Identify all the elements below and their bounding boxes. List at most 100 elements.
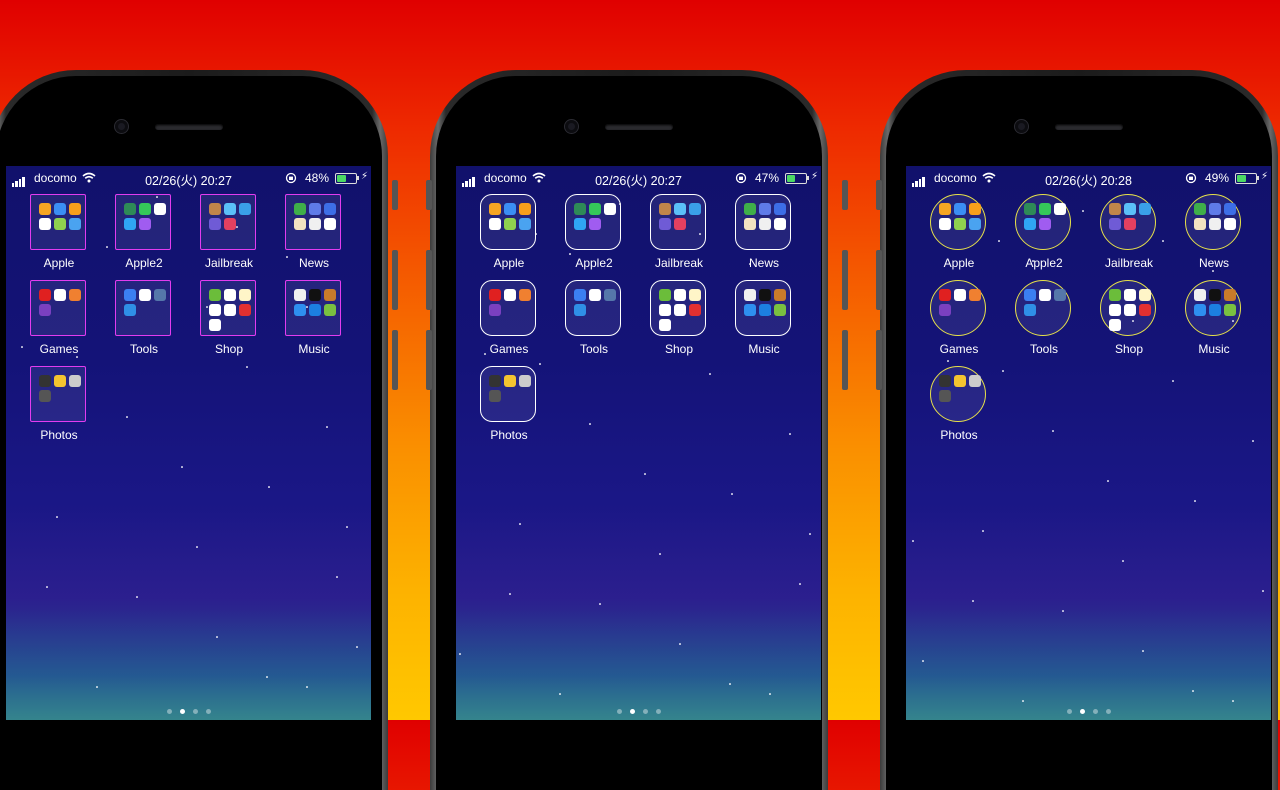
folder-music[interactable]: Music [722,280,806,366]
app-icon-thumbnail [1109,319,1121,331]
wallpaper-star [326,426,328,428]
folder-jailbreak[interactable]: Jailbreak [187,194,271,280]
folder-shop[interactable]: Shop [637,280,721,366]
app-icon-thumbnail [774,218,786,230]
folder-box[interactable] [30,366,86,422]
folder-games[interactable]: Games [467,280,551,366]
folder-box[interactable] [1015,194,1071,250]
app-icon-thumbnail [294,289,306,301]
page-indicator-dot[interactable] [629,709,635,714]
folder-box[interactable] [1100,194,1156,250]
volume-button [842,330,848,390]
page-indicator-dot[interactable] [1079,709,1085,714]
folder-box[interactable] [650,280,706,336]
folder-box[interactable] [565,280,621,336]
page-indicator-dot[interactable] [192,709,198,714]
folder-box[interactable] [930,194,986,250]
folder-box[interactable] [30,194,86,250]
folder-tools[interactable]: Tools [102,280,186,366]
app-icon-thumbnail [124,218,136,230]
folder-box[interactable] [480,366,536,422]
app-icon-thumbnail [1209,203,1221,215]
wallpaper-star [799,583,801,585]
folder-label: Apple [43,256,75,270]
folder-box[interactable] [930,366,986,422]
folder-box[interactable] [200,280,256,336]
app-icon-thumbnail [69,289,81,301]
page-indicator[interactable] [6,701,371,719]
folder-box[interactable] [735,194,791,250]
folder-label: News [298,256,329,270]
page-indicator-dot[interactable] [179,709,185,714]
folder-box[interactable] [200,194,256,250]
folder-news[interactable]: News [1172,194,1256,280]
folder-box[interactable] [930,280,986,336]
page-indicator[interactable] [906,701,1271,719]
folder-apple2[interactable]: Apple2 [552,194,636,280]
app-icon-thumbnail [504,203,516,215]
page-indicator-dot[interactable] [166,709,172,714]
folder-label: Photos [490,428,528,442]
folder-box[interactable] [285,280,341,336]
app-icon-thumbnail [744,304,756,316]
app-icon-thumbnail [659,289,671,301]
folder-apple[interactable]: Apple [917,194,1001,280]
wallpaper-star [1062,610,1064,612]
folder-box[interactable] [1185,280,1241,336]
wallpaper-star [246,366,248,368]
folder-games[interactable]: Games [917,280,1001,366]
page-indicator-dot[interactable] [655,709,661,714]
charging-icon: ⚡ [810,171,818,182]
folder-news[interactable]: News [272,194,356,280]
folder-apple2[interactable]: Apple2 [102,194,186,280]
folder-box[interactable] [650,194,706,250]
folder-box[interactable] [480,280,536,336]
folder-box[interactable] [1185,194,1241,250]
folder-box[interactable] [565,194,621,250]
folder-photos[interactable]: Photos [467,366,551,452]
folder-shop[interactable]: Shop [1087,280,1171,366]
folder-box[interactable] [1100,280,1156,336]
folder-photos[interactable]: Photos [917,366,1001,452]
volume-button [876,330,882,390]
folder-label: Apple2 [1025,256,1063,270]
app-icon-thumbnail [489,289,501,301]
page-indicator-dot[interactable] [1066,709,1072,714]
folder-box[interactable] [735,280,791,336]
page-indicator-dot[interactable] [616,709,622,714]
page-indicator[interactable] [456,701,821,719]
folder-box[interactable] [285,194,341,250]
folder-box[interactable] [115,194,171,250]
folder-jailbreak[interactable]: Jailbreak [637,194,721,280]
app-icon-thumbnail [744,218,756,230]
app-icon-thumbnail [939,218,951,230]
folder-jailbreak[interactable]: Jailbreak [1087,194,1171,280]
page-indicator-dot[interactable] [642,709,648,714]
folder-music[interactable]: Music [1172,280,1256,366]
folder-apple[interactable]: Apple [467,194,551,280]
wallpaper-star [1052,430,1054,432]
app-icon-thumbnail [139,218,151,230]
folder-games[interactable]: Games [17,280,101,366]
folder-music[interactable]: Music [272,280,356,366]
folder-tools[interactable]: Tools [552,280,636,366]
folder-box[interactable] [480,194,536,250]
folder-tools[interactable]: Tools [1002,280,1086,366]
page-indicator-dot[interactable] [205,709,211,714]
folder-box[interactable] [1015,280,1071,336]
folder-box[interactable] [30,280,86,336]
wallpaper-star [56,516,58,518]
page-indicator-dot[interactable] [1092,709,1098,714]
folder-apple2[interactable]: Apple2 [1002,194,1086,280]
folder-box[interactable] [115,280,171,336]
folder-shop[interactable]: Shop [187,280,271,366]
folder-apple[interactable]: Apple [17,194,101,280]
app-icon-thumbnail [1124,289,1136,301]
app-icon-thumbnail [574,289,586,301]
folder-photos[interactable]: Photos [17,366,101,452]
folder-news[interactable]: News [722,194,806,280]
page-indicator-dot[interactable] [1105,709,1111,714]
wallpaper-star [912,540,914,542]
app-icon-thumbnail [39,390,51,402]
wallpaper-star [789,433,791,435]
